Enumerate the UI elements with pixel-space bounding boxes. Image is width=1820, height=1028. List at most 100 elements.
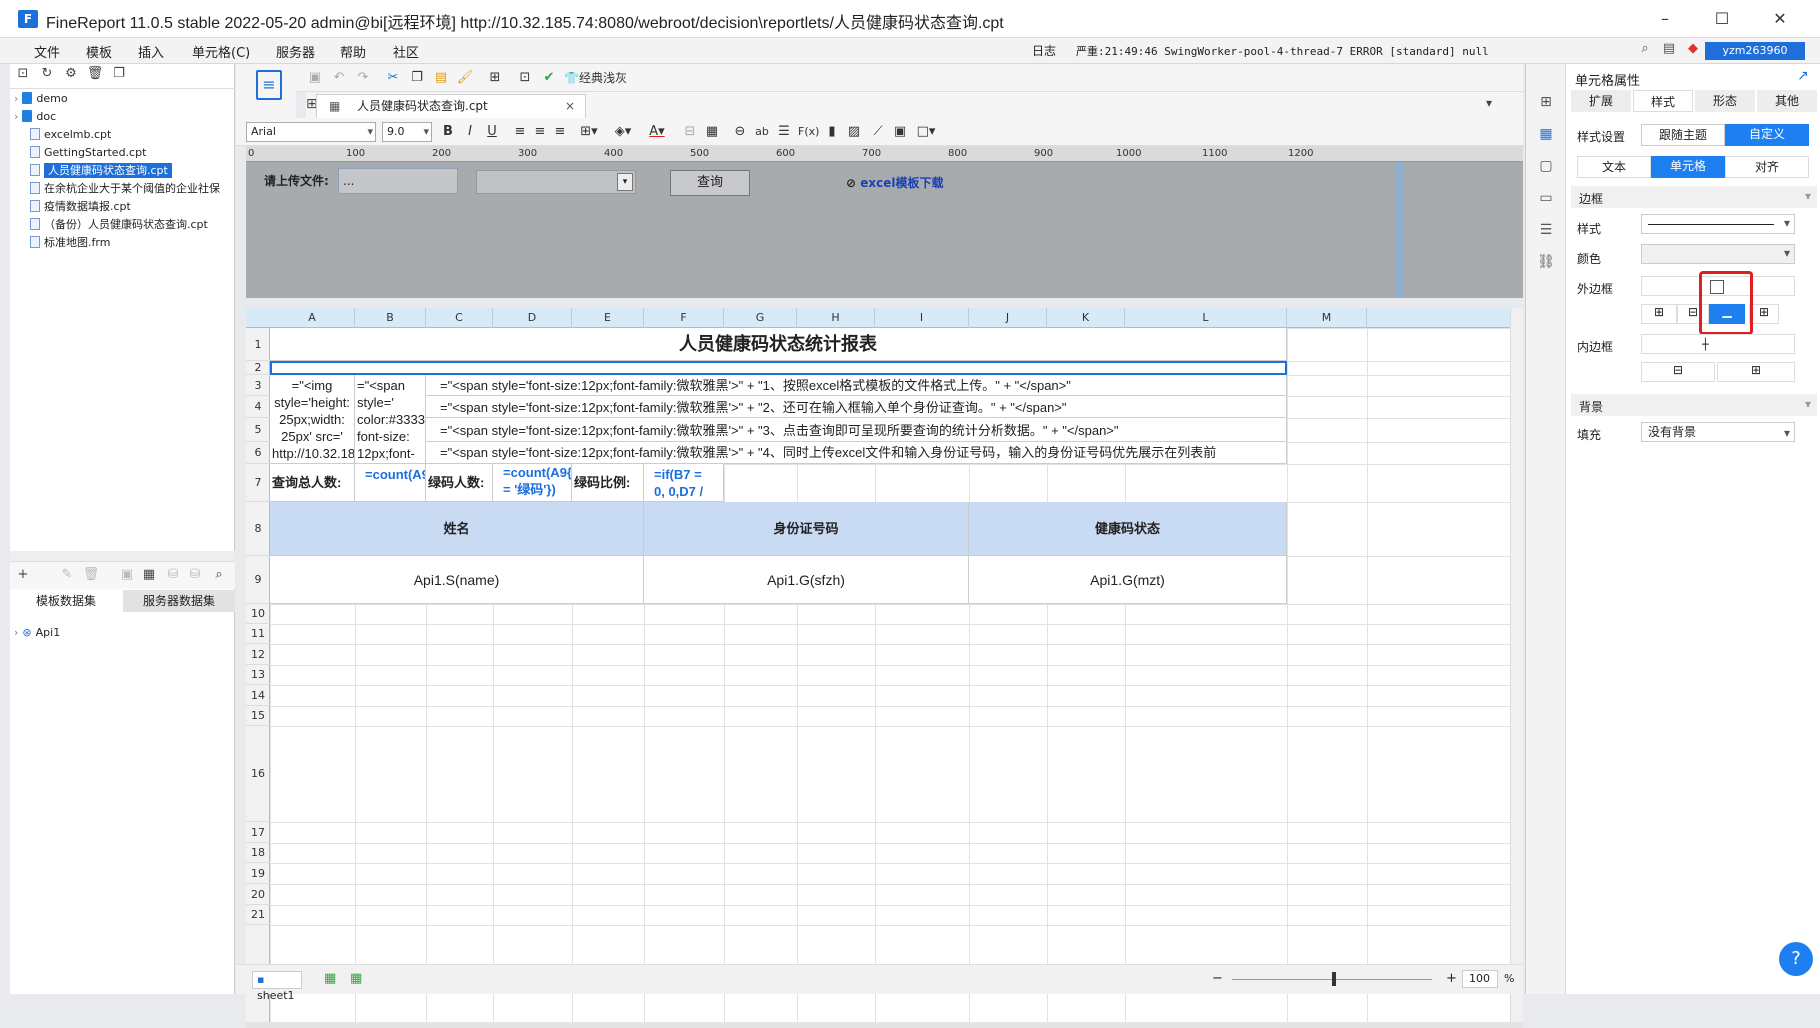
fill-color-icon[interactable]: ◈▾ [610,123,636,141]
tab-expand[interactable]: 扩展 [1571,90,1631,112]
row-header-cell[interactable]: 8 [246,502,270,556]
cell-b3[interactable]: ="<span style=' color:#333333; font-size… [355,375,426,464]
align-right-icon[interactable]: ≡ [552,123,568,141]
selected-row-cell[interactable] [270,361,1287,375]
row-header-cell[interactable]: 18 [246,843,270,863]
row-header-cell[interactable]: 13 [246,665,270,685]
redo-icon[interactable]: ↷ [354,69,372,87]
cell-c4[interactable]: ="<span style='font-size:12px;font-famil… [426,396,1287,418]
row-header-cell[interactable]: 17 [246,822,270,843]
pin-icon[interactable]: ↗ [1797,68,1809,84]
subtab-cell[interactable]: 单元格 [1651,156,1725,178]
add-sheet-alt-icon[interactable]: ▦ [350,971,362,986]
row-header-cell[interactable]: 11 [246,624,270,644]
column-header-cell[interactable]: J [969,308,1047,328]
font-family-select[interactable]: Arial ▾ [246,122,376,142]
inner-vertical-icon[interactable]: ⊞ [1717,362,1795,382]
cell-c7[interactable]: 绿码人数: [426,464,493,502]
add-icon[interactable]: + [14,567,32,585]
align-center-icon[interactable]: ≡ [532,123,548,141]
dataset-item[interactable]: › ⊛ Api1 [14,624,60,642]
menu-server[interactable]: 服务器 [276,42,315,61]
settings-icon[interactable]: ⚙ [62,66,80,84]
log-label[interactable]: 日志 [1032,42,1056,59]
link-icon[interactable]: ⊖ [732,123,748,141]
search-icon[interactable]: ⌕ [210,567,228,585]
report-type-icon[interactable]: ≡ [256,70,282,100]
header-id[interactable]: 身份证号码 [644,502,969,556]
delete-icon[interactable]: 🗑 [86,66,104,84]
custom-style-button[interactable]: 自定义 [1725,124,1809,146]
zoom-in-button[interactable]: + [1446,971,1457,986]
underline-button[interactable]: U [484,123,500,141]
template-icon[interactable]: ⊞ [486,69,504,87]
row-header-cell[interactable]: 16 [246,726,270,822]
row-header-cell[interactable]: 12 [246,644,270,665]
file-item[interactable]: › doc [14,108,56,126]
font-color-icon[interactable]: A▾ [644,123,670,141]
column-header-cell[interactable]: D [493,308,572,328]
frame-icon[interactable]: ▢ [1536,158,1556,178]
horizontal-scrollbar[interactable] [246,1022,1523,1028]
fill-select[interactable]: 没有背景 ▾ [1641,422,1795,442]
dataset-icon[interactable]: ▦ [140,567,158,585]
font-size-select[interactable]: 9.0 ▾ [382,122,432,142]
row-header-cell[interactable]: 15 [246,706,270,726]
refresh-icon[interactable]: ↻ [38,66,56,84]
border-right-icon[interactable]: ⊞ [1749,304,1779,324]
vertical-scrollbar[interactable] [1510,308,1523,1023]
file-item[interactable]: excelmb.cpt [30,126,111,144]
column-header-cell[interactable]: I [875,308,969,328]
column-header-cell[interactable]: A [270,308,355,328]
widget-icon[interactable]: □▾ [914,123,938,141]
column-header-cell[interactable]: M [1287,308,1367,328]
tab-shape[interactable]: 形态 [1695,90,1755,112]
column-header-cell[interactable]: K [1047,308,1125,328]
sheet-tab[interactable]: ▪ sheet1 [252,971,302,1002]
inner-border-preview[interactable]: ┼ [1641,334,1795,354]
slash-icon[interactable]: ⟋ [870,123,886,141]
file-item[interactable]: 在余杭企业大于某个阈值的企业社保 [30,180,230,198]
row-header-cell[interactable]: 9 [246,556,270,604]
cell-b7[interactable]: =count(A9) [355,464,426,502]
file-item[interactable]: GettingStarted.cpt [30,144,146,162]
cell-f7[interactable]: =if(B7 = 0, 0,D7 / B7) [644,464,724,502]
zoom-out-button[interactable]: − [1212,971,1223,986]
merge-icon[interactable]: ⊟ [682,123,698,141]
header-status[interactable]: 健康码状态 [969,502,1287,556]
background-section-header[interactable]: 背景 ▾ [1571,394,1817,416]
help-icon[interactable]: ? [1779,942,1813,976]
row-header-cell[interactable]: 2 [246,361,270,375]
row-header-cell[interactable]: 7 [246,464,270,502]
row-header-cell[interactable]: 3 [246,375,270,396]
excel-template-link[interactable]: ⊘ excel模板下载 [846,174,944,191]
cell-a3[interactable]: ="<img style='height: 25px;width: 25px' … [270,375,355,464]
menu-help[interactable]: 帮助 [340,42,366,61]
richtext-icon[interactable]: ☰ [776,123,792,141]
zoom-input[interactable]: 100 [1462,970,1498,988]
text-icon[interactable]: ab [754,123,770,141]
file-item[interactable]: 标准地图.frm [30,234,110,252]
row-header-cell[interactable]: 5 [246,418,270,442]
close-tab-icon[interactable]: × [565,95,575,117]
column-header-cell[interactable]: L [1125,308,1287,328]
line-style-select[interactable]: ▾ [1641,214,1795,234]
cell-e7[interactable]: 绿码比例: [572,464,644,502]
check-icon[interactable]: ✔ [540,69,558,87]
edit-icon[interactable]: ✎ [58,567,76,585]
column-header-cell[interactable]: E [572,308,644,328]
file-item[interactable]: 疫情数据填报.cpt [30,198,131,216]
row-header-cell[interactable]: 10 [246,604,270,624]
border-all-icon[interactable]: ⊞ [1641,304,1677,324]
data-name-cell[interactable]: Api1.S(name) [270,556,644,604]
tab-menu-icon[interactable]: ▾ [1486,96,1492,110]
add-sheet-icon[interactable]: ▦ [324,971,336,986]
splitter[interactable] [10,551,235,561]
table-icon[interactable]: ▦ [704,123,720,141]
column-header-cell[interactable]: G [724,308,797,328]
subtab-align[interactable]: 对齐 [1725,156,1809,178]
cell-c3[interactable]: ="<span style='font-size:12px;font-famil… [426,375,1287,396]
menu-cell[interactable]: 单元格(C) [192,42,250,61]
cell-grid[interactable]: 人员健康码状态统计报表 ="<img style='height: 25px;wi… [270,328,1523,1023]
tab-template-dataset[interactable]: 模板数据集 [10,590,122,612]
